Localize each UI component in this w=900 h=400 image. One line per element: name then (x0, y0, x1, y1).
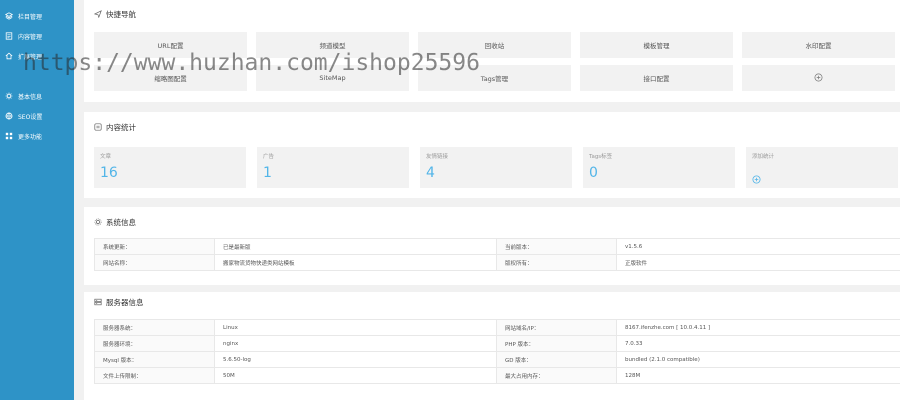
sidebar-item-extension-manage[interactable]: 扩展管理 (0, 46, 74, 66)
server-info-table: 服务器系统： Linux 网站域名/IP： 8167.ifenzhe.com [… (94, 319, 900, 384)
quick-nav-panel: 快捷导航 URL配置 频道模型 回收站 模板管理 水印配置 缩略图配置 Site… (84, 0, 900, 102)
sidebar: 栏目管理 内容管理 扩展管理 基本信息 SEO设置 更多功能 (0, 0, 74, 400)
quick-api-config[interactable]: 接口配置 (580, 65, 733, 91)
info-key: 当前版本： (496, 238, 617, 255)
stat-label: 添加统计 (752, 154, 775, 160)
stat-label: Tags标签 (589, 154, 613, 160)
content-stats-title: 内容统计 (84, 117, 136, 137)
info-key: Mysql 版本： (94, 351, 215, 368)
sidebar-item-label: 更多功能 (18, 133, 43, 141)
info-value: Linux (214, 319, 497, 336)
server-info-title: 服务器信息 (84, 292, 144, 312)
sidebar-item-basic-info[interactable]: 基本信息 (0, 86, 74, 106)
quick-template-manage[interactable]: 模板管理 (580, 32, 733, 58)
info-key: 网站域名/IP： (496, 319, 617, 336)
sidebar-item-label: 栏目管理 (18, 13, 43, 21)
plus-circle-icon (752, 169, 761, 184)
sidebar-item-label: SEO设置 (18, 113, 43, 121)
info-key: 服务器系统： (94, 319, 215, 336)
gear-icon (5, 92, 13, 100)
stat-card-links[interactable]: 友情链接 4 (420, 147, 572, 188)
info-value: 5.6.50-log (214, 351, 497, 368)
quick-nav-title: 快捷导航 (84, 4, 136, 24)
layers-icon (5, 12, 13, 20)
quick-watermark-config[interactable]: 水印配置 (742, 32, 895, 58)
stat-grid: 文章 16 广告 1 友情链接 4 Tags标签 0 添加统计 (94, 147, 900, 188)
table-row: 网站名称： 搬家物流货物快递类网站模板 版权所有： 正版软件 (94, 254, 900, 271)
stat-card-add[interactable]: 添加统计 (746, 147, 898, 188)
info-key: 最大占用内存： (496, 367, 617, 384)
sidebar-item-more[interactable]: 更多功能 (0, 126, 74, 146)
quick-recycle-bin[interactable]: 回收站 (418, 32, 571, 58)
info-value: 正版软件 (616, 254, 900, 271)
info-key: 网站名称： (94, 254, 215, 271)
info-value: 搬家物流货物快递类网站模板 (214, 254, 497, 271)
system-info-panel: 系统信息 系统更新： 已是最新版 当前版本： v1.5.6 网站名称： 搬家物流… (84, 207, 900, 285)
sidebar-item-label: 扩展管理 (18, 53, 43, 61)
info-value: 8167.ifenzhe.com [ 10.0.4.11 ] (616, 319, 900, 336)
info-value: v1.5.6 (616, 238, 900, 255)
quick-add-button[interactable] (742, 65, 895, 91)
sidebar-item-label: 基本信息 (18, 93, 43, 101)
stat-value: 0 (589, 165, 598, 181)
info-key: GD 版本： (496, 351, 617, 368)
sidebar-item-column-manage[interactable]: 栏目管理 (0, 6, 74, 26)
info-value: 50M (214, 367, 497, 384)
info-value: 已是最新版 (214, 238, 497, 255)
section-title: 服务器信息 (106, 297, 144, 307)
table-row: 文件上传限制： 50M 最大占用内存： 128M (94, 367, 900, 384)
stat-value: 16 (100, 165, 118, 181)
list-icon (94, 123, 102, 131)
info-value: 128M (616, 367, 900, 384)
globe-icon (5, 112, 13, 120)
stat-label: 文章 (100, 154, 112, 160)
quick-tags-manage[interactable]: Tags管理 (418, 65, 571, 91)
home-icon (5, 52, 13, 60)
table-row: 服务器环境： nginx PHP 版本： 7.0.33 (94, 335, 900, 352)
server-info-panel: 服务器信息 服务器系统： Linux 网站域名/IP： 8167.ifenzhe… (84, 292, 900, 400)
sidebar-item-seo[interactable]: SEO设置 (0, 106, 74, 126)
info-key: 版权所有： (496, 254, 617, 271)
sidebar-item-content-manage[interactable]: 内容管理 (0, 26, 74, 46)
quick-url-config[interactable]: URL配置 (94, 32, 247, 58)
info-value: bundled (2.1.0 compatible) (616, 351, 900, 368)
stat-label: 友情链接 (426, 154, 449, 160)
server-icon (94, 298, 102, 306)
info-key: 服务器环境： (94, 335, 215, 352)
main-content: 快捷导航 URL配置 频道模型 回收站 模板管理 水印配置 缩略图配置 Site… (84, 0, 900, 400)
quick-channel-model[interactable]: 频道模型 (256, 32, 409, 58)
table-row: Mysql 版本： 5.6.50-log GD 版本： bundled (2.1… (94, 351, 900, 368)
stat-card-tags[interactable]: Tags标签 0 (583, 147, 735, 188)
system-info-table: 系统更新： 已是最新版 当前版本： v1.5.6 网站名称： 搬家物流货物快递类… (94, 238, 900, 271)
grid-icon (5, 132, 13, 140)
send-icon (94, 10, 102, 18)
quick-thumbnail-config[interactable]: 缩略图配置 (94, 65, 247, 91)
system-info-title: 系统信息 (84, 212, 136, 232)
quick-sitemap[interactable]: SiteMap (256, 65, 409, 91)
gear-icon (94, 218, 102, 226)
document-icon (5, 32, 13, 40)
section-title: 快捷导航 (106, 9, 136, 19)
info-value: nginx (214, 335, 497, 352)
info-key: PHP 版本： (496, 335, 617, 352)
stat-card-ads[interactable]: 广告 1 (257, 147, 409, 188)
stat-card-articles[interactable]: 文章 16 (94, 147, 246, 188)
stat-value: 1 (263, 165, 272, 181)
section-title: 系统信息 (106, 217, 136, 227)
section-title: 内容统计 (106, 122, 136, 132)
plus-circle-icon (814, 73, 823, 84)
sidebar-item-blank (0, 66, 74, 86)
stat-value: 4 (426, 165, 435, 181)
stat-label: 广告 (263, 154, 275, 160)
table-row: 服务器系统： Linux 网站域名/IP： 8167.ifenzhe.com [… (94, 319, 900, 336)
info-value: 7.0.33 (616, 335, 900, 352)
info-key: 系统更新： (94, 238, 215, 255)
quick-nav-grid: URL配置 频道模型 回收站 模板管理 水印配置 缩略图配置 SiteMap T… (94, 32, 896, 91)
info-key: 文件上传限制： (94, 367, 215, 384)
sidebar-item-label: 内容管理 (18, 33, 43, 41)
table-row: 系统更新： 已是最新版 当前版本： v1.5.6 (94, 238, 900, 255)
